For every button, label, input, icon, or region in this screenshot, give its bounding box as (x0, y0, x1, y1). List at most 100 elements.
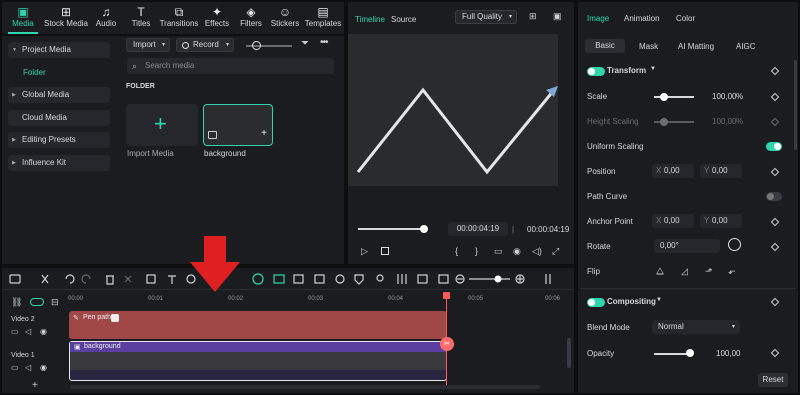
snapshot-icon[interactable]: ▣ (553, 11, 562, 21)
sidebar-item-folder[interactable]: Folder (23, 68, 46, 77)
playback-progress[interactable] (358, 228, 424, 230)
transform-toggle[interactable] (587, 67, 605, 76)
mark-in-icon[interactable]: { (455, 246, 458, 256)
import-media-tile[interactable]: + (126, 104, 198, 146)
folder-icon[interactable]: ▭ (11, 363, 19, 373)
rotate-field[interactable]: 0,00° (654, 239, 720, 253)
track-add-icon[interactable]: ⊟ (51, 297, 59, 307)
playhead-handle[interactable] (443, 292, 450, 299)
active-tab-underline (8, 32, 38, 34)
display-icon[interactable]: ▭ (494, 246, 503, 256)
add-icon[interactable]: + (261, 128, 267, 139)
scale-unit: % (736, 92, 744, 101)
subtab-basic[interactable]: Basic (585, 39, 625, 53)
tab-color[interactable]: Color (676, 14, 695, 23)
sidebar-item-label: Editing Presets (22, 135, 76, 144)
position-y-field[interactable]: Y 0,00 (700, 164, 742, 178)
video-canvas[interactable] (348, 34, 558, 186)
opacity-knob[interactable] (686, 349, 694, 357)
tab-animation[interactable]: Animation (624, 14, 660, 23)
path-curve-toggle[interactable] (766, 192, 782, 201)
tab-source[interactable]: Source (391, 15, 416, 24)
more-icon[interactable]: ••• (320, 38, 328, 48)
ruler-tick: 00:00 (68, 296, 84, 302)
thumbnail-size-knob[interactable] (252, 41, 261, 50)
position-x-field[interactable]: X 0,00 (652, 164, 694, 178)
sidebar-item-cloud-media[interactable]: Cloud Media (8, 110, 110, 126)
volume-icon[interactable]: ◁ (25, 327, 31, 337)
scale-value[interactable]: 100,00 (712, 92, 736, 101)
compositing-toggle[interactable] (587, 298, 605, 307)
stickers-tab[interactable]: ☺ Stickers (270, 5, 300, 28)
background-clip[interactable]: ▣ background (69, 341, 447, 381)
grid-icon[interactable]: ⊞ (529, 11, 537, 21)
titles-tab[interactable]: T Titles (128, 5, 154, 28)
media-tab[interactable]: ▣ Media (8, 5, 38, 28)
transitions-tab[interactable]: ⧉ Transitions (158, 5, 200, 28)
current-time[interactable]: 00:00:04:19 (448, 222, 508, 236)
audio-tab[interactable]: ♫ Audio (92, 5, 120, 28)
transform-label: Transform (607, 66, 647, 75)
pen-path-clip[interactable]: ✎ Pen path (69, 311, 447, 339)
anchor-y-field[interactable]: Y 0,00 (700, 214, 742, 228)
templates-tab[interactable]: ▤ Templates (304, 5, 342, 28)
subtab-mask[interactable]: Mask (639, 42, 658, 51)
timeline-vertical-scrollbar[interactable] (567, 338, 571, 368)
sidebar-item-global-media[interactable]: ▶ Global Media (8, 87, 110, 103)
section-divider (580, 288, 796, 289)
caret-down-icon[interactable]: ▼ (656, 297, 662, 303)
sidebar-item-editing-presets[interactable]: ▶ Editing Presets (8, 132, 110, 148)
filters-tab[interactable]: ◈ Filters (238, 5, 264, 28)
timeline-toolbar (2, 268, 574, 290)
quality-select[interactable]: Full Quality ▾ (455, 10, 517, 24)
stock-media-icon: ⊞ (60, 5, 72, 19)
opacity-value[interactable]: 100,00 (716, 349, 740, 358)
camera-icon[interactable]: ◉ (513, 246, 521, 256)
tab-timeline[interactable]: Timeline (355, 15, 385, 24)
timeline-ruler[interactable]: 00:00 00:01 00:02 00:03 00:04 00:05 00:0… (68, 291, 574, 307)
reset-button[interactable]: Reset (758, 373, 788, 387)
blend-mode-select[interactable]: Normal ▾ (652, 320, 740, 334)
eye-icon[interactable]: ◉ (40, 363, 47, 373)
volume-icon[interactable]: ◁) (532, 246, 542, 256)
caret-down-icon[interactable]: ▼ (650, 66, 656, 72)
folder-icon[interactable]: ▭ (11, 327, 19, 337)
mark-out-icon[interactable]: } (475, 246, 478, 256)
import-button[interactable]: Import ▾ (126, 38, 170, 52)
sidebar-item-label: Global Media (22, 90, 70, 99)
flip-horizontal-icon[interactable]: ⧋ (656, 266, 664, 276)
stock-media-label: Stock Media (43, 19, 89, 28)
uniform-scaling-toggle[interactable] (766, 142, 782, 151)
split-scissors-icon[interactable]: ✂ (440, 337, 454, 351)
background-media-thumb[interactable]: + (203, 104, 273, 146)
timeline-horizontal-scrollbar[interactable] (70, 385, 540, 389)
transitions-icon: ⧉ (174, 5, 184, 19)
rotate-dial-icon[interactable] (728, 238, 741, 251)
fullscreen-icon[interactable]: ⤢ (552, 246, 559, 256)
magnet-icon[interactable] (30, 298, 44, 306)
rotate-left-icon[interactable]: ⬏ (705, 266, 713, 276)
play-icon[interactable]: ▷ (361, 246, 368, 256)
sidebar-item-project-media[interactable]: ▼ Project Media (8, 42, 110, 58)
filter-icon[interactable]: ⏷ (301, 39, 309, 49)
flip-vertical-icon[interactable]: ◿ (681, 266, 688, 276)
subtab-ai-matting[interactable]: AI Matting (678, 42, 714, 51)
tab-image[interactable]: Image (587, 14, 609, 23)
search-input[interactable]: ⌕ Search media (127, 58, 334, 74)
record-button[interactable]: Record ▾ (176, 38, 234, 52)
rotate-right-icon[interactable]: ⬐ (728, 266, 736, 276)
eye-icon[interactable]: ◉ (40, 327, 47, 337)
properties-scrollbar[interactable] (794, 60, 797, 150)
volume-icon[interactable]: ◁ (25, 363, 31, 373)
link-icon[interactable]: ⛓ (11, 297, 22, 307)
scale-knob[interactable] (660, 93, 668, 101)
subtab-aigc[interactable]: AIGC (736, 42, 756, 51)
effects-icon: ✦ (211, 5, 223, 19)
stop-icon[interactable] (381, 247, 389, 255)
effects-tab[interactable]: ✦ Effects (204, 5, 230, 28)
stock-media-tab[interactable]: ⊞ Stock Media (42, 5, 90, 28)
sidebar-item-influence-kit[interactable]: ▶ Influence Kit (8, 155, 110, 171)
add-track-icon[interactable]: + (32, 381, 38, 391)
anchor-x-field[interactable]: X 0,00 (652, 214, 694, 228)
playback-knob[interactable] (420, 225, 428, 233)
